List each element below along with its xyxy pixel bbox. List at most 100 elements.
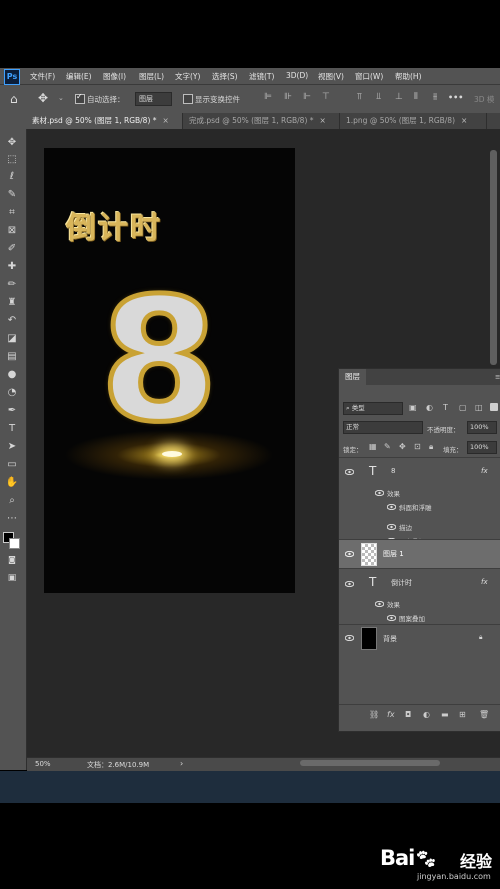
- blur-tool-icon[interactable]: ●: [5, 368, 19, 382]
- zoom-level[interactable]: 50%: [35, 760, 51, 768]
- lock-position-icon[interactable]: ✥: [399, 442, 406, 451]
- layer-name[interactable]: 8: [391, 467, 395, 475]
- history-brush-tool-icon[interactable]: ↶: [5, 314, 19, 328]
- layer-name[interactable]: 倒计时: [391, 578, 412, 588]
- more-tools-icon[interactable]: ⋯: [5, 512, 19, 526]
- more-options-button[interactable]: •••: [448, 93, 463, 102]
- visibility-eye-icon[interactable]: [387, 524, 396, 530]
- lock-artboard-icon[interactable]: ⊡: [414, 442, 421, 451]
- tab-document-2[interactable]: 完成.psd @ 50% (图层 1, RGB/8) * ×: [183, 113, 340, 129]
- add-mask-icon[interactable]: ◘: [405, 710, 411, 719]
- layer-row-layer-1[interactable]: 图层 1: [339, 540, 500, 568]
- gradient-tool-icon[interactable]: ▤: [5, 350, 19, 364]
- type-tool-icon[interactable]: T: [5, 422, 19, 436]
- show-transform-checkbox[interactable]: [183, 94, 193, 104]
- move-tool-icon[interactable]: ✥: [38, 91, 48, 105]
- menu-type[interactable]: 文字(Y): [175, 71, 200, 82]
- fill-input[interactable]: 100%: [467, 441, 497, 454]
- rectangle-tool-icon[interactable]: ▭: [5, 458, 19, 472]
- distribute-top-icon[interactable]: ⫪: [357, 92, 362, 102]
- clone-stamp-tool-icon[interactable]: ♜: [5, 296, 19, 310]
- lasso-tool-icon[interactable]: ℓ: [5, 170, 19, 184]
- filter-smart-object-icon[interactable]: ◫: [475, 403, 483, 412]
- effect-stroke[interactable]: 描边: [399, 522, 412, 532]
- marquee-tool-icon[interactable]: ⬚: [5, 153, 19, 167]
- effect-row[interactable]: 描边: [339, 520, 500, 534]
- visibility-eye-icon[interactable]: [345, 469, 354, 475]
- auto-select-target-dropdown[interactable]: 图层: [135, 92, 172, 106]
- link-layers-icon[interactable]: ⛓: [369, 710, 379, 719]
- layer-name[interactable]: 背景: [383, 634, 397, 644]
- visibility-eye-icon[interactable]: [345, 635, 354, 641]
- horizontal-scrollbar[interactable]: [300, 760, 440, 766]
- filter-adjustment-icon[interactable]: ◐: [426, 403, 433, 412]
- distribute-right-icon[interactable]: ⫵: [433, 92, 437, 102]
- delete-layer-icon[interactable]: 🗑︎: [479, 710, 489, 719]
- visibility-eye-icon[interactable]: [345, 551, 354, 557]
- filter-kind-dropdown[interactable]: ⌕ 类型: [343, 402, 403, 415]
- align-top-icon[interactable]: ⊤: [322, 92, 330, 102]
- blend-mode-dropdown[interactable]: 正常: [343, 421, 423, 434]
- align-center-icon[interactable]: ⊪: [284, 92, 292, 102]
- tool-preset-chevron-icon[interactable]: ⌄: [58, 94, 64, 102]
- close-icon[interactable]: ×: [320, 116, 326, 125]
- status-menu-arrow-icon[interactable]: ›: [180, 759, 183, 768]
- hand-tool-icon[interactable]: ✋: [5, 476, 19, 490]
- lock-all-icon[interactable]: 🔒︎: [429, 442, 433, 452]
- background-color-swatch[interactable]: [9, 538, 20, 549]
- menu-window[interactable]: 窗口(W): [355, 71, 383, 82]
- dodge-tool-icon[interactable]: ◔: [5, 386, 19, 400]
- layer-row-8[interactable]: T 8 fx 效果 斜面和浮雕: [339, 458, 500, 520]
- menu-layer[interactable]: 图层(L): [139, 71, 164, 82]
- layer-name[interactable]: 图层 1: [383, 549, 404, 559]
- visibility-eye-icon[interactable]: [375, 601, 384, 607]
- eyedropper-tool-icon[interactable]: ✐: [5, 242, 19, 256]
- filter-shape-icon[interactable]: ▢: [459, 403, 467, 412]
- menu-file[interactable]: 文件(F): [30, 71, 55, 82]
- brush-tool-icon[interactable]: ✏: [5, 278, 19, 292]
- menu-filter[interactable]: 滤镜(T): [249, 71, 274, 82]
- document-canvas[interactable]: 倒计时 8: [44, 148, 295, 593]
- lock-transparent-icon[interactable]: ▦: [369, 442, 377, 451]
- layer-row-background[interactable]: 背景 🔒︎: [339, 625, 500, 651]
- lock-image-icon[interactable]: ✎: [384, 442, 391, 451]
- align-left-icon[interactable]: ⊫: [264, 92, 272, 102]
- visibility-eye-icon[interactable]: [345, 581, 354, 587]
- close-icon[interactable]: ×: [163, 116, 169, 125]
- filter-type-icon[interactable]: T: [443, 403, 448, 412]
- home-icon[interactable]: ⌂: [10, 92, 18, 106]
- tab-layers[interactable]: 图层: [339, 369, 366, 385]
- distribute-left-icon[interactable]: ⫴: [414, 92, 418, 102]
- eraser-tool-icon[interactable]: ◪: [5, 332, 19, 346]
- layer-row-countdown[interactable]: T 倒计时 fx 效果 图案叠加: [339, 569, 500, 624]
- menu-select[interactable]: 选择(S): [212, 71, 238, 82]
- quick-mask-icon[interactable]: ◙: [5, 553, 19, 567]
- path-select-tool-icon[interactable]: ➤: [5, 440, 19, 454]
- effect-pattern-overlay[interactable]: 图案叠加: [399, 613, 425, 623]
- new-group-icon[interactable]: ▬: [441, 710, 449, 719]
- crop-tool-icon[interactable]: ⌗: [5, 206, 19, 220]
- add-style-icon[interactable]: fx: [387, 710, 395, 719]
- menu-3d[interactable]: 3D(D): [286, 71, 308, 80]
- pen-tool-icon[interactable]: ✒: [5, 404, 19, 418]
- tab-document-1[interactable]: 素材.psd @ 50% (图层 1, RGB/8) * ×: [26, 113, 183, 129]
- opacity-input[interactable]: 100%: [467, 421, 497, 434]
- quick-select-tool-icon[interactable]: ✎: [5, 188, 19, 202]
- menu-help[interactable]: 帮助(H): [395, 71, 422, 82]
- filter-pixel-icon[interactable]: ▣: [409, 403, 417, 412]
- vertical-scrollbar[interactable]: [490, 150, 497, 365]
- screen-mode-icon[interactable]: ▣: [5, 571, 19, 585]
- close-icon[interactable]: ×: [461, 116, 467, 125]
- distribute-bottom-icon[interactable]: ⊥: [395, 92, 403, 102]
- filter-toggle-icon[interactable]: [490, 403, 498, 411]
- auto-select-checkbox[interactable]: [75, 92, 85, 104]
- new-adjustment-icon[interactable]: ◐: [423, 710, 430, 719]
- panel-menu-icon[interactable]: ≡: [495, 373, 500, 381]
- fx-icon[interactable]: fx: [481, 467, 488, 475]
- visibility-eye-icon[interactable]: [387, 504, 396, 510]
- fx-icon[interactable]: fx: [481, 578, 488, 586]
- distribute-center-icon[interactable]: ⫫: [376, 92, 381, 102]
- align-right-icon[interactable]: ⊩: [303, 92, 311, 102]
- tab-document-3[interactable]: 1.png @ 50% (图层 1, RGB/8) ×: [340, 113, 487, 129]
- zoom-tool-icon[interactable]: ⌕: [5, 494, 19, 508]
